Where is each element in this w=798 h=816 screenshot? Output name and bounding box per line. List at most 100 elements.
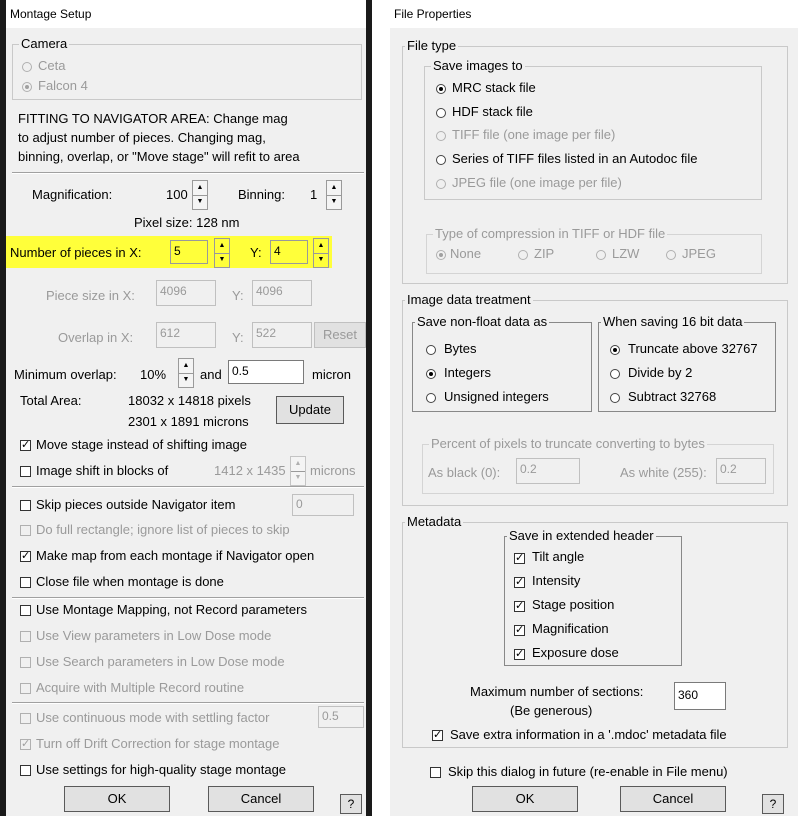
percent-group-label: Percent of pixels to truncate converting… bbox=[429, 436, 707, 452]
subtract-radio[interactable] bbox=[610, 393, 620, 403]
spin-up-icon[interactable]: ▲ bbox=[193, 181, 207, 196]
cancel-button[interactable]: Cancel bbox=[620, 786, 726, 812]
save-extra-checkbox[interactable]: ✓ bbox=[432, 730, 443, 741]
piece-size-x-input[interactable]: 4096 bbox=[156, 280, 216, 306]
ok-button[interactable]: OK bbox=[64, 786, 170, 812]
as-black-input[interactable]: 0.2 bbox=[516, 458, 580, 484]
binning-spinner[interactable]: ▲ ▼ bbox=[326, 180, 342, 210]
overlap-y-input[interactable]: 522 bbox=[252, 322, 312, 348]
use-mapping-checkbox[interactable] bbox=[20, 605, 31, 616]
divide-radio[interactable] bbox=[610, 369, 620, 379]
continuous-checkbox[interactable] bbox=[20, 713, 31, 724]
truncate-radio[interactable] bbox=[610, 345, 620, 355]
image-shift-label: Image shift in blocks of bbox=[36, 463, 169, 478]
compression-none-radio[interactable] bbox=[436, 250, 446, 260]
pieces-y-input[interactable]: 4 bbox=[270, 240, 308, 264]
cancel-button[interactable]: Cancel bbox=[208, 786, 314, 812]
pieces-x-spinner[interactable]: ▲ ▼ bbox=[214, 238, 230, 268]
stage-position-label: Stage position bbox=[532, 597, 615, 612]
camera-ceta-radio[interactable] bbox=[22, 62, 32, 72]
skip-dialog-checkbox[interactable] bbox=[430, 767, 441, 778]
compression-zip-radio[interactable] bbox=[518, 250, 528, 260]
compression-jpeg-label: JPEG bbox=[682, 246, 716, 261]
exposure-dose-checkbox[interactable]: ✓ bbox=[514, 649, 525, 660]
use-search-checkbox[interactable] bbox=[20, 657, 31, 668]
magnification-spinner[interactable]: ▲ ▼ bbox=[192, 180, 208, 210]
use-view-checkbox[interactable] bbox=[20, 631, 31, 642]
help-button[interactable]: ? bbox=[762, 794, 784, 814]
tiff-series-label: Series of TIFF files listed in an Autodo… bbox=[452, 151, 698, 166]
make-map-checkbox[interactable]: ✓ bbox=[20, 551, 31, 562]
drift-checkbox[interactable]: ✓ bbox=[20, 739, 31, 750]
pieces-x-input[interactable]: 5 bbox=[170, 240, 208, 264]
jpeg-radio[interactable] bbox=[436, 179, 446, 189]
move-stage-checkbox[interactable]: ✓ bbox=[20, 440, 31, 451]
total-area-label: Total Area: bbox=[20, 393, 82, 408]
spin-down-icon[interactable]: ▼ bbox=[291, 471, 305, 485]
spin-down-icon[interactable]: ▼ bbox=[179, 373, 193, 387]
micron-label: micron bbox=[312, 367, 352, 382]
full-rect-checkbox[interactable] bbox=[20, 525, 31, 536]
piece-size-y-input[interactable]: 4096 bbox=[252, 280, 312, 306]
mrc-radio[interactable] bbox=[436, 84, 446, 94]
overlap-x-input[interactable]: 612 bbox=[156, 322, 216, 348]
spin-up-icon[interactable]: ▲ bbox=[314, 239, 328, 254]
spin-down-icon[interactable]: ▼ bbox=[327, 195, 341, 209]
bytes-radio[interactable] bbox=[426, 345, 436, 355]
hq-label: Use settings for high-quality stage mont… bbox=[36, 762, 287, 777]
spin-up-icon[interactable]: ▲ bbox=[291, 457, 305, 472]
ok-button[interactable]: OK bbox=[472, 786, 578, 812]
acquire-multi-checkbox[interactable] bbox=[20, 683, 31, 694]
magnification-value: 100 bbox=[166, 187, 188, 202]
skip-outside-checkbox[interactable] bbox=[20, 500, 31, 511]
camera-falcon-label: Falcon 4 bbox=[38, 78, 88, 93]
compression-lzw-radio[interactable] bbox=[596, 250, 606, 260]
compression-zip-label: ZIP bbox=[534, 246, 555, 261]
tilt-angle-checkbox[interactable]: ✓ bbox=[514, 553, 525, 564]
image-shift-spinner[interactable]: ▲ ▼ bbox=[290, 456, 306, 486]
make-map-label: Make map from each montage if Navigator … bbox=[36, 548, 315, 563]
compression-jpeg-radio[interactable] bbox=[666, 250, 676, 260]
pieces-x-label: Number of pieces in X: bbox=[10, 245, 142, 260]
spin-down-icon[interactable]: ▼ bbox=[193, 195, 207, 209]
close-file-checkbox[interactable] bbox=[20, 577, 31, 588]
compression-lzw-label: LZW bbox=[612, 246, 640, 261]
camera-falcon-radio[interactable] bbox=[22, 82, 32, 92]
unsigned-radio[interactable] bbox=[426, 393, 436, 403]
bytes-label: Bytes bbox=[444, 341, 477, 356]
hq-checkbox[interactable] bbox=[20, 765, 31, 776]
stage-position-checkbox[interactable]: ✓ bbox=[514, 601, 525, 612]
sixteen-bit-group-label: When saving 16 bit data bbox=[601, 314, 745, 330]
continuous-input[interactable]: 0.5 bbox=[318, 706, 364, 728]
skip-outside-input[interactable]: 0 bbox=[292, 494, 354, 516]
intensity-checkbox[interactable]: ✓ bbox=[514, 577, 525, 588]
mrc-label: MRC stack file bbox=[452, 80, 536, 95]
as-white-input[interactable]: 0.2 bbox=[716, 458, 766, 484]
max-sections-input[interactable]: 360 bbox=[674, 682, 726, 710]
and-label: and bbox=[200, 367, 222, 382]
update-button[interactable]: Update bbox=[276, 396, 344, 424]
min-overlap-spinner[interactable]: ▲ ▼ bbox=[178, 358, 194, 388]
min-overlap-micron-input[interactable]: 0.5 bbox=[228, 360, 304, 384]
spin-up-icon[interactable]: ▲ bbox=[215, 239, 229, 254]
tiff-radio[interactable] bbox=[436, 131, 446, 141]
spin-up-icon[interactable]: ▲ bbox=[327, 181, 341, 196]
close-file-label: Close file when montage is done bbox=[36, 574, 224, 589]
spin-down-icon[interactable]: ▼ bbox=[215, 253, 229, 267]
reset-button[interactable]: Reset bbox=[314, 322, 366, 348]
spin-down-icon[interactable]: ▼ bbox=[314, 253, 328, 267]
fit-text-line-3: binning, overlap, or "Move stage" will r… bbox=[18, 149, 300, 164]
magnification-checkbox[interactable]: ✓ bbox=[514, 625, 525, 636]
tiff-series-radio[interactable] bbox=[436, 155, 446, 165]
tiff-label: TIFF file (one image per file) bbox=[452, 127, 616, 142]
help-button[interactable]: ? bbox=[340, 794, 362, 814]
pieces-y-label: Y: bbox=[250, 245, 262, 260]
spin-up-icon[interactable]: ▲ bbox=[179, 359, 193, 374]
hdf-radio[interactable] bbox=[436, 108, 446, 118]
intensity-label: Intensity bbox=[532, 573, 581, 588]
pieces-y-spinner[interactable]: ▲ ▼ bbox=[313, 238, 329, 268]
image-shift-checkbox[interactable] bbox=[20, 466, 31, 477]
piece-size-y-label: Y: bbox=[232, 288, 244, 303]
unsigned-label: Unsigned integers bbox=[444, 389, 549, 404]
integers-radio[interactable] bbox=[426, 369, 436, 379]
